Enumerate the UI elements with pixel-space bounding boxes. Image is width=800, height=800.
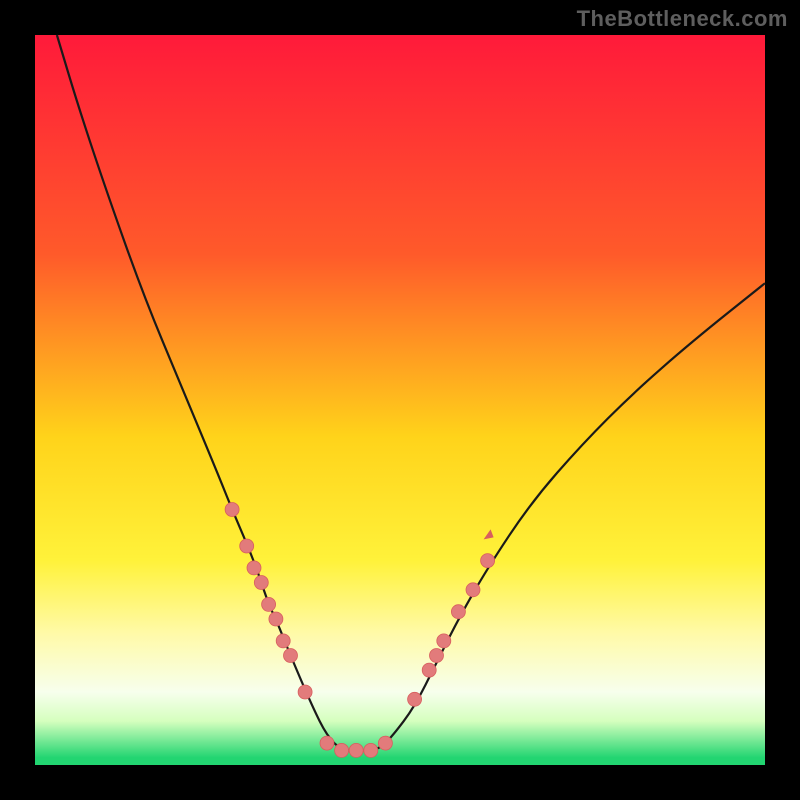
data-dot	[298, 685, 312, 699]
watermark-text: TheBottleneck.com	[577, 6, 788, 32]
chart-frame: TheBottleneck.com	[0, 0, 800, 800]
bottleneck-svg	[35, 35, 765, 765]
data-dot	[254, 576, 268, 590]
data-dot	[430, 649, 444, 663]
data-dot	[481, 554, 495, 568]
data-dot	[276, 634, 290, 648]
plot-area	[35, 35, 765, 765]
data-dot	[364, 743, 378, 757]
bottleneck-curve	[57, 35, 765, 750]
data-dot	[466, 583, 480, 597]
data-dot	[451, 605, 465, 619]
arrow-marker	[484, 529, 494, 539]
data-dot	[240, 539, 254, 553]
data-dot	[378, 736, 392, 750]
data-dot	[284, 649, 298, 663]
data-dot	[247, 561, 261, 575]
data-dot	[422, 663, 436, 677]
data-dot	[262, 597, 276, 611]
data-dot	[335, 743, 349, 757]
data-dot	[408, 692, 422, 706]
data-dot	[437, 634, 451, 648]
arrow-icon	[484, 529, 494, 539]
data-dot	[349, 743, 363, 757]
data-dot	[269, 612, 283, 626]
data-dot	[320, 736, 334, 750]
data-dot	[225, 503, 239, 517]
